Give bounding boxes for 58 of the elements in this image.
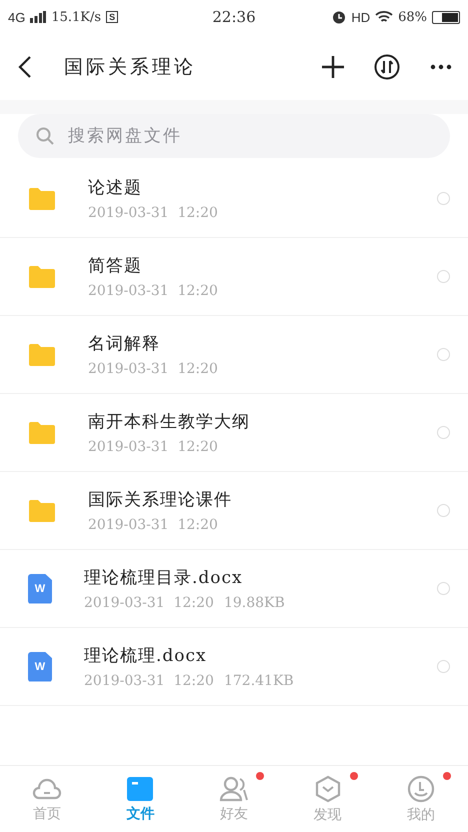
file-row[interactable]: 论述题 2019-03-31 12:20 <box>0 160 468 238</box>
file-name: 名词解释 <box>88 333 161 355</box>
file-date: 2019-03-31 12:20 <box>84 595 214 611</box>
file-name: 论述题 <box>88 177 143 199</box>
clock: 22:36 <box>212 8 256 26</box>
folder-title: 国际关系理论 <box>64 55 197 80</box>
wifi-icon <box>375 10 394 24</box>
select-radio[interactable] <box>437 348 450 361</box>
select-radio[interactable] <box>437 504 450 517</box>
search-field[interactable]: 搜索网盘文件 <box>18 114 450 158</box>
alarm-icon <box>332 10 346 24</box>
file-date: 2019-03-31 12:20 <box>88 361 218 377</box>
file-row[interactable]: W 理论梳理目录.docx 2019-03-31 12:20 19.88KB <box>0 550 468 628</box>
network-type: 4G <box>8 10 26 24</box>
file-name: 南开本科生教学大纲 <box>88 411 251 433</box>
file-name: 理论梳理.docx <box>84 645 208 667</box>
back-button[interactable] <box>18 55 32 79</box>
select-radio[interactable] <box>437 582 450 595</box>
folder-icon <box>28 186 56 210</box>
select-radio[interactable] <box>437 660 450 673</box>
folder-icon <box>126 776 154 802</box>
file-size: 172.41KB <box>224 673 294 689</box>
document-icon: W <box>28 652 52 682</box>
file-date: 2019-03-31 12:20 <box>88 283 218 299</box>
file-date: 2019-03-31 12:20 <box>84 673 214 689</box>
select-radio[interactable] <box>437 426 450 439</box>
search-icon <box>36 127 54 145</box>
hd-label: HD <box>351 10 370 24</box>
app-notification-icon: S <box>106 11 118 23</box>
file-name: 国际关系理论课件 <box>88 489 233 511</box>
document-icon: W <box>28 574 52 604</box>
file-name: 简答题 <box>88 255 143 277</box>
file-row[interactable]: 南开本科生教学大纲 2019-03-31 12:20 <box>0 394 468 472</box>
folder-icon <box>28 420 56 444</box>
file-row[interactable]: 名词解释 2019-03-31 12:20 <box>0 316 468 394</box>
file-date: 2019-03-31 12:20 <box>88 439 218 455</box>
smile-icon <box>407 774 436 802</box>
more-button[interactable] <box>430 64 452 70</box>
people-icon <box>218 776 249 802</box>
file-date: 2019-03-31 12:20 <box>88 205 218 221</box>
file-row[interactable]: W 理论梳理.docx 2019-03-31 12:20 172.41KB <box>0 628 468 706</box>
hexagon-icon <box>314 774 342 802</box>
file-size: 19.88KB <box>224 595 285 611</box>
file-row[interactable]: 国际关系理论课件 2019-03-31 12:20 <box>0 472 468 550</box>
file-name: 理论梳理目录.docx <box>84 567 244 589</box>
signal-icon <box>30 11 46 23</box>
select-radio[interactable] <box>437 270 450 283</box>
file-date: 2019-03-31 12:20 <box>88 517 218 533</box>
add-button[interactable] <box>322 56 344 78</box>
select-radio[interactable] <box>437 192 450 205</box>
network-speed: 15.1K/s <box>51 10 102 24</box>
folder-icon <box>28 342 56 366</box>
file-row[interactable]: 简答题 2019-03-31 12:20 <box>0 238 468 316</box>
battery-icon <box>432 10 460 24</box>
sort-button[interactable] <box>374 54 400 80</box>
folder-icon <box>28 498 56 522</box>
folder-icon <box>28 264 56 288</box>
battery-percent: 68% <box>398 10 428 24</box>
